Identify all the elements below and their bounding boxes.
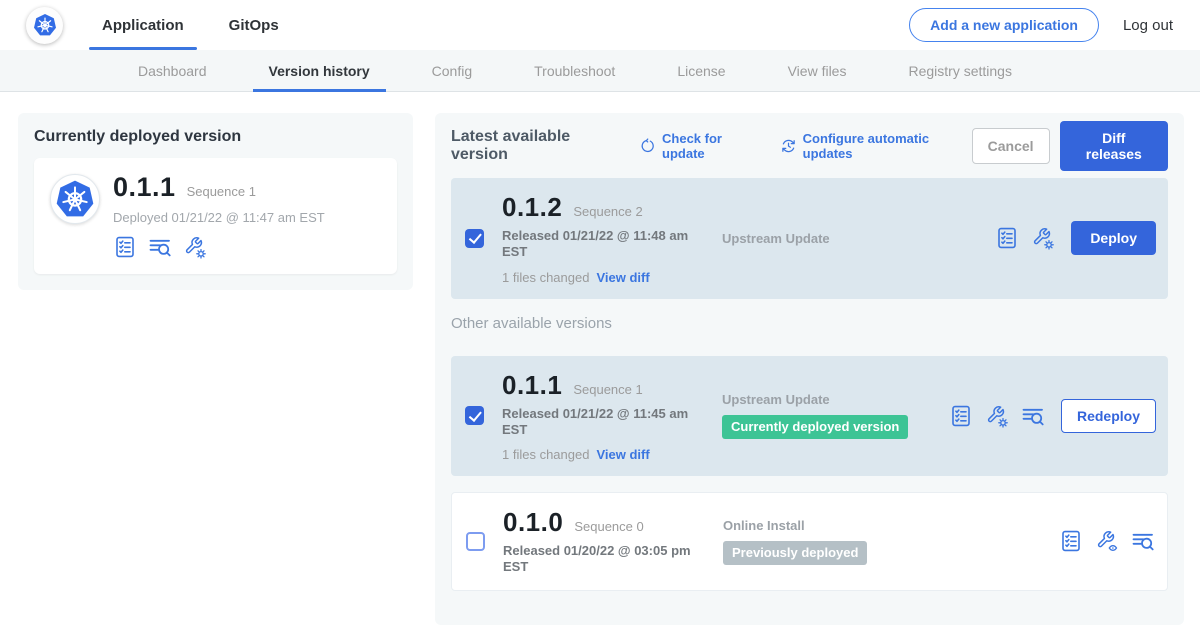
auto-update-clock-icon [781,138,796,154]
main-content: Currently deployed version 0.1.1 Sequenc… [0,92,1200,625]
redeploy-button[interactable]: Redeploy [1061,399,1156,433]
sequence-label: Sequence 0 [574,519,643,534]
version-info: 0.1.2 Sequence 2 Released 01/21/22 @ 11:… [502,192,710,285]
released-timestamp: Released 01/21/22 @ 11:48 am EST [502,228,702,261]
subnav-item-troubleshoot[interactable]: Troubleshoot [518,50,631,91]
deployed-timestamp: Deployed 01/21/22 @ 11:47 am EST [113,210,325,225]
version-history-panel: Latest available version Check for updat… [435,113,1184,625]
logout-button[interactable]: Log out [1123,17,1173,34]
app-icon-badge [50,174,100,224]
version-row-0-1-1: 0.1.1 Sequence 1 Released 01/21/22 @ 11:… [451,356,1168,477]
sequence-label: Sequence 1 [573,382,642,397]
view-config-icon[interactable] [1095,529,1119,553]
version-info: 0.1.1 Sequence 1 Released 01/21/22 @ 11:… [502,370,710,463]
subnav-item-version-history[interactable]: Version history [253,50,386,91]
version-number: 0.1.0 [503,507,563,538]
app-subnav: Dashboard Version history Config Trouble… [0,50,1200,92]
deployed-sequence-label: Sequence 1 [187,184,256,199]
edit-config-icon[interactable] [1031,226,1055,250]
source-label: Upstream Update [722,392,949,407]
tab-gitops[interactable]: GitOps [216,0,292,50]
other-versions-title: Other available versions [451,315,1168,332]
released-timestamp: Released 01/21/22 @ 11:45 am EST [502,406,702,439]
version-source: Online Install Previously deployed [711,518,1059,565]
currently-deployed-badge: Currently deployed version [722,415,908,439]
deploy-button[interactable]: Deploy [1071,221,1156,255]
deployed-version-number: 0.1.1 [113,172,176,203]
latest-version-title: Latest available version [451,128,621,164]
sequence-label: Sequence 2 [573,204,642,219]
preflight-checks-icon[interactable] [113,235,137,259]
subnav-item-config[interactable]: Config [416,50,488,91]
configure-automatic-updates-link[interactable]: Configure automatic updates [781,131,972,161]
top-nav-tabs: Application GitOps [89,0,311,50]
subnav-item-view-files[interactable]: View files [772,50,863,91]
view-diff-link[interactable]: View diff [596,447,649,462]
version-source: Upstream Update Currently deployed versi… [710,392,949,439]
source-label: Online Install [723,518,1059,533]
edit-config-icon[interactable] [985,404,1009,428]
preflight-checks-icon[interactable] [1059,529,1083,553]
deployed-version-card: 0.1.1 Sequence 1 Deployed 01/21/22 @ 11:… [34,158,397,274]
version-checkbox[interactable] [465,406,484,425]
kubernetes-logo-icon [33,13,57,37]
check-for-update-link[interactable]: Check for update [640,131,762,161]
cancel-button[interactable]: Cancel [972,128,1050,164]
preflight-checks-icon[interactable] [995,226,1019,250]
refresh-icon [640,138,655,154]
subnav-item-license[interactable]: License [661,50,741,91]
subnav-item-registry-settings[interactable]: Registry settings [892,50,1027,91]
files-changed-label: 1 files changed [502,270,589,285]
files-changed-row: 1 files changed View diff [502,270,710,285]
subnav-item-dashboard[interactable]: Dashboard [122,50,223,91]
check-for-update-label: Check for update [662,131,762,161]
deployed-actions [113,235,325,259]
deployed-version-info: 0.1.1 Sequence 1 Deployed 01/21/22 @ 11:… [113,172,325,259]
kubernetes-logo-icon [55,179,95,219]
tab-application[interactable]: Application [89,0,197,50]
version-checkbox[interactable] [466,532,485,551]
version-info: 0.1.0 Sequence 0 Released 01/20/22 @ 03:… [503,507,711,576]
version-row-0-1-0: 0.1.0 Sequence 0 Released 01/20/22 @ 03:… [451,492,1168,591]
latest-version-header: Latest available version Check for updat… [451,129,1168,163]
version-checkbox[interactable] [465,229,484,248]
files-changed-row: 1 files changed View diff [502,447,710,462]
edit-config-icon[interactable] [183,235,207,259]
top-nav: Application GitOps Add a new application… [0,0,1200,50]
view-diff-link[interactable]: View diff [596,270,649,285]
files-changed-label: 1 files changed [502,447,589,462]
view-logs-icon[interactable] [1131,529,1155,553]
configure-automatic-updates-label: Configure automatic updates [803,131,972,161]
previously-deployed-badge: Previously deployed [723,541,867,565]
version-source: Upstream Update [710,231,995,246]
diff-releases-button[interactable]: Diff releases [1060,121,1168,171]
version-actions [1059,529,1155,553]
source-label: Upstream Update [722,231,995,246]
version-row-0-1-2: 0.1.2 Sequence 2 Released 01/21/22 @ 11:… [451,178,1168,299]
version-actions: Redeploy [949,399,1156,433]
preflight-checks-icon[interactable] [949,404,973,428]
currently-deployed-panel: Currently deployed version 0.1.1 Sequenc… [18,113,413,290]
version-actions: Deploy [995,221,1156,255]
version-number: 0.1.2 [502,192,562,223]
version-number: 0.1.1 [502,370,562,401]
view-logs-icon[interactable] [1021,404,1045,428]
currently-deployed-title: Currently deployed version [34,128,397,146]
app-logo [26,7,63,44]
view-logs-icon[interactable] [148,235,172,259]
add-application-button[interactable]: Add a new application [909,8,1099,42]
released-timestamp: Released 01/20/22 @ 03:05 pm EST [503,543,703,576]
